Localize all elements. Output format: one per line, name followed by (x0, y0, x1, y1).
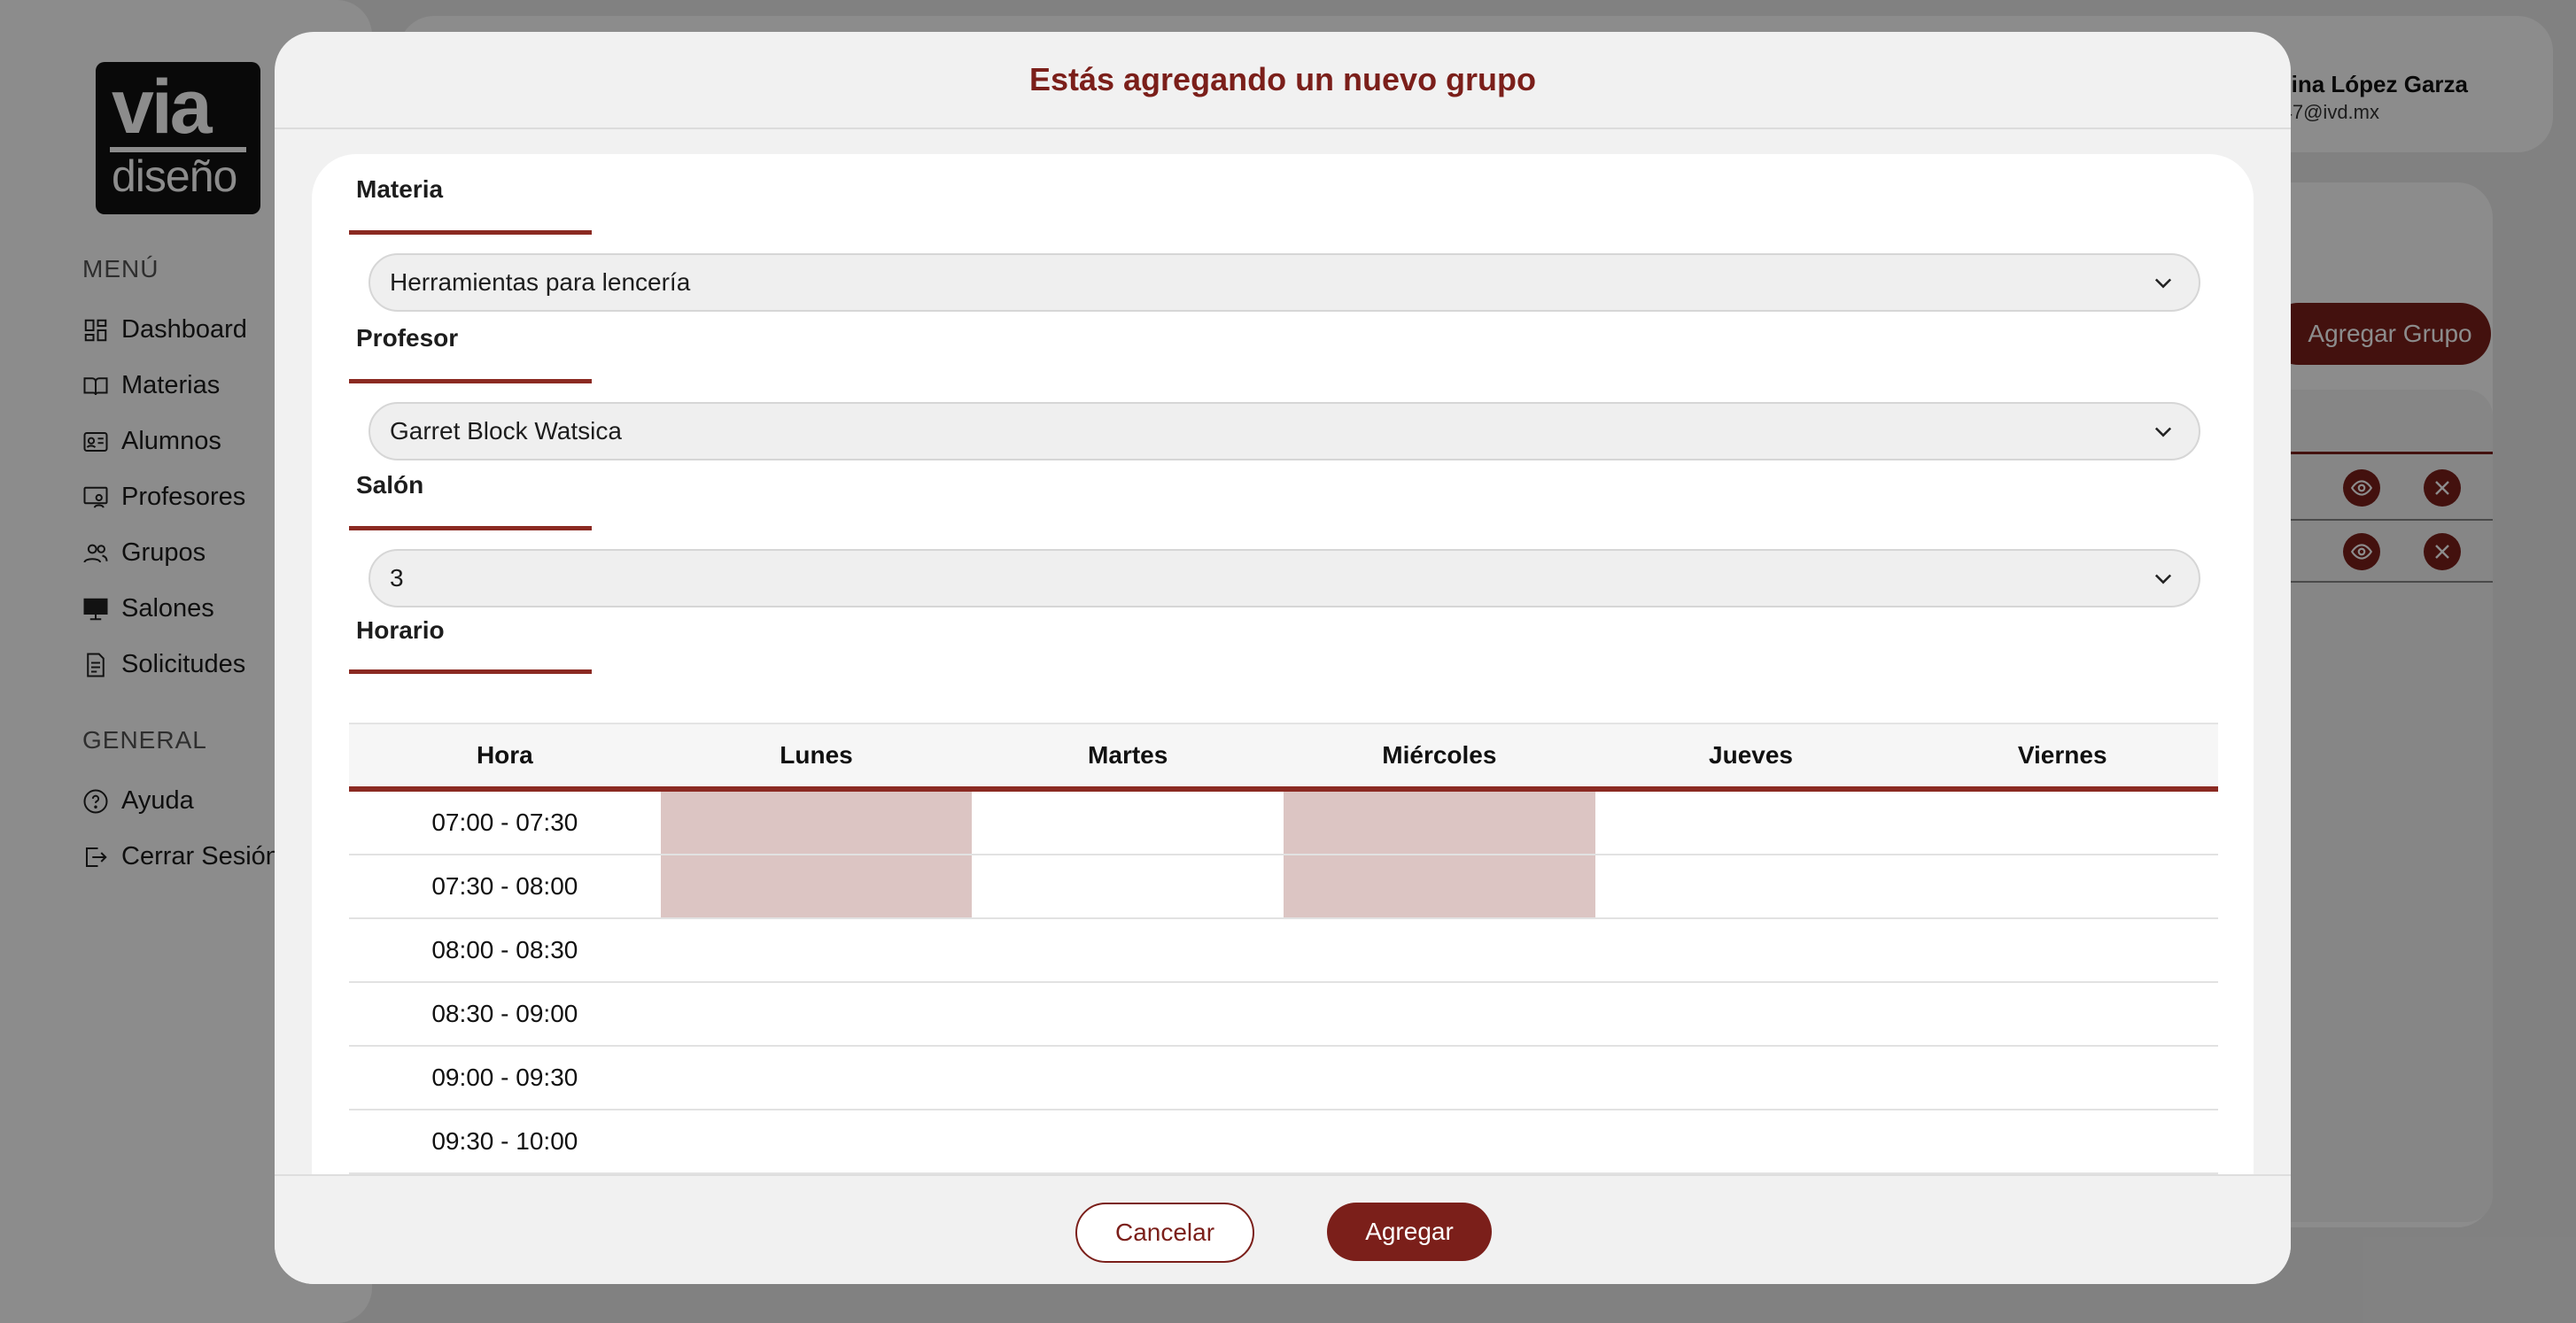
modal-body: Materia Herramientas para lencería Profe… (312, 154, 2254, 1208)
chevron-down-icon (2154, 574, 2172, 584)
schedule-table: Hora Lunes Martes Miércoles Jueves Viern… (349, 723, 2218, 1208)
column-header-miercoles: Miércoles (1382, 741, 1497, 769)
materia-select[interactable]: Herramientas para lencería (369, 253, 2200, 312)
schedule-cell-jueves[interactable] (1595, 983, 1907, 1045)
schedule-cell-martes[interactable] (972, 792, 1284, 854)
schedule-cell-martes[interactable] (972, 983, 1284, 1045)
horario-label: Horario (356, 616, 445, 644)
schedule-cell-miercoles[interactable] (1284, 919, 1595, 981)
schedule-cell-martes[interactable] (972, 1047, 1284, 1109)
schedule-cell-viernes[interactable] (1906, 1110, 2218, 1172)
salon-label-underline (349, 526, 592, 530)
modal-header: Estás agregando un nuevo grupo (275, 32, 2291, 129)
chevron-down-icon (2154, 278, 2172, 289)
schedule-cell-jueves[interactable] (1595, 1047, 1907, 1109)
column-header-martes: Martes (1088, 741, 1168, 769)
schedule-cell-martes[interactable] (972, 1110, 1284, 1172)
schedule-cell-jueves[interactable] (1595, 792, 1907, 854)
column-header-viernes: Viernes (2017, 741, 2107, 769)
time-slot-label: 09:30 - 10:00 (431, 1127, 578, 1155)
materia-select-value: Herramientas para lencería (390, 268, 691, 296)
schedule-cell-martes[interactable] (972, 919, 1284, 981)
time-slot-label: 07:00 - 07:30 (431, 808, 578, 836)
profesor-select-value: Garret Block Watsica (390, 417, 622, 445)
modal-footer: Cancelar Agregar (275, 1174, 2291, 1284)
schedule-cell-martes[interactable] (972, 855, 1284, 917)
column-header-lunes: Lunes (780, 741, 853, 769)
schedule-row: 08:30 - 09:00 (349, 983, 2218, 1047)
schedule-cell-miercoles[interactable] (1284, 792, 1595, 854)
schedule-row: 07:00 - 07:30 (349, 792, 2218, 855)
profesor-label: Profesor (356, 324, 459, 352)
schedule-header-row: Hora Lunes Martes Miércoles Jueves Viern… (349, 723, 2218, 792)
schedule-row: 08:00 - 08:30 (349, 919, 2218, 983)
time-slot-label: 08:30 - 09:00 (431, 1000, 578, 1027)
schedule-cell-lunes[interactable] (660, 855, 973, 917)
schedule-cell-viernes[interactable] (1906, 1047, 2218, 1109)
schedule-cell-viernes[interactable] (1906, 983, 2218, 1045)
schedule-cell-miercoles[interactable] (1284, 1110, 1595, 1172)
schedule-body: 07:00 - 07:30 07:30 - 08:00 08:00 - 08:30 0… (349, 792, 2218, 1208)
chevron-down-icon (2154, 427, 2172, 437)
schedule-row: 09:00 - 09:30 (349, 1047, 2218, 1110)
time-slot-label: 08:00 - 08:30 (431, 936, 578, 963)
schedule-cell-jueves[interactable] (1595, 919, 1907, 981)
horario-label-underline (349, 669, 592, 674)
salon-label: Salón (356, 471, 424, 499)
schedule-cell-viernes[interactable] (1906, 855, 2218, 917)
time-slot-label: 09:00 - 09:30 (431, 1064, 578, 1091)
schedule-cell-miercoles[interactable] (1284, 983, 1595, 1045)
salon-select-value: 3 (390, 564, 404, 592)
materia-label: Materia (356, 175, 444, 203)
schedule-cell-lunes[interactable] (660, 792, 973, 854)
column-header-jueves: Jueves (1709, 741, 1793, 769)
time-slot-label: 07:30 - 08:00 (431, 872, 578, 900)
cancel-button[interactable]: Cancelar (1075, 1203, 1254, 1263)
schedule-cell-viernes[interactable] (1906, 919, 2218, 981)
schedule-cell-lunes[interactable] (661, 919, 973, 981)
add-submit-button[interactable]: Agregar (1327, 1203, 1492, 1261)
schedule-cell-viernes[interactable] (1906, 792, 2218, 854)
new-group-modal: Estás agregando un nuevo grupo Materia H… (275, 32, 2291, 1284)
modal-title: Estás agregando un nuevo grupo (1028, 61, 1537, 97)
schedule-cell-miercoles[interactable] (1284, 855, 1595, 917)
schedule-cell-jueves[interactable] (1595, 1110, 1907, 1172)
schedule-cell-lunes[interactable] (661, 1110, 973, 1172)
schedule-cell-lunes[interactable] (661, 1047, 973, 1109)
schedule-cell-lunes[interactable] (661, 983, 973, 1045)
schedule-row: 07:30 - 08:00 (349, 855, 2218, 919)
materia-label-underline (349, 230, 592, 235)
column-header-hora: Hora (476, 741, 533, 769)
schedule-cell-jueves[interactable] (1595, 855, 1907, 917)
profesor-label-underline (349, 379, 592, 383)
schedule-row: 09:30 - 10:00 (349, 1110, 2218, 1174)
profesor-select[interactable]: Garret Block Watsica (369, 402, 2200, 460)
salon-select[interactable]: 3 (369, 549, 2200, 607)
schedule-cell-miercoles[interactable] (1284, 1047, 1595, 1109)
